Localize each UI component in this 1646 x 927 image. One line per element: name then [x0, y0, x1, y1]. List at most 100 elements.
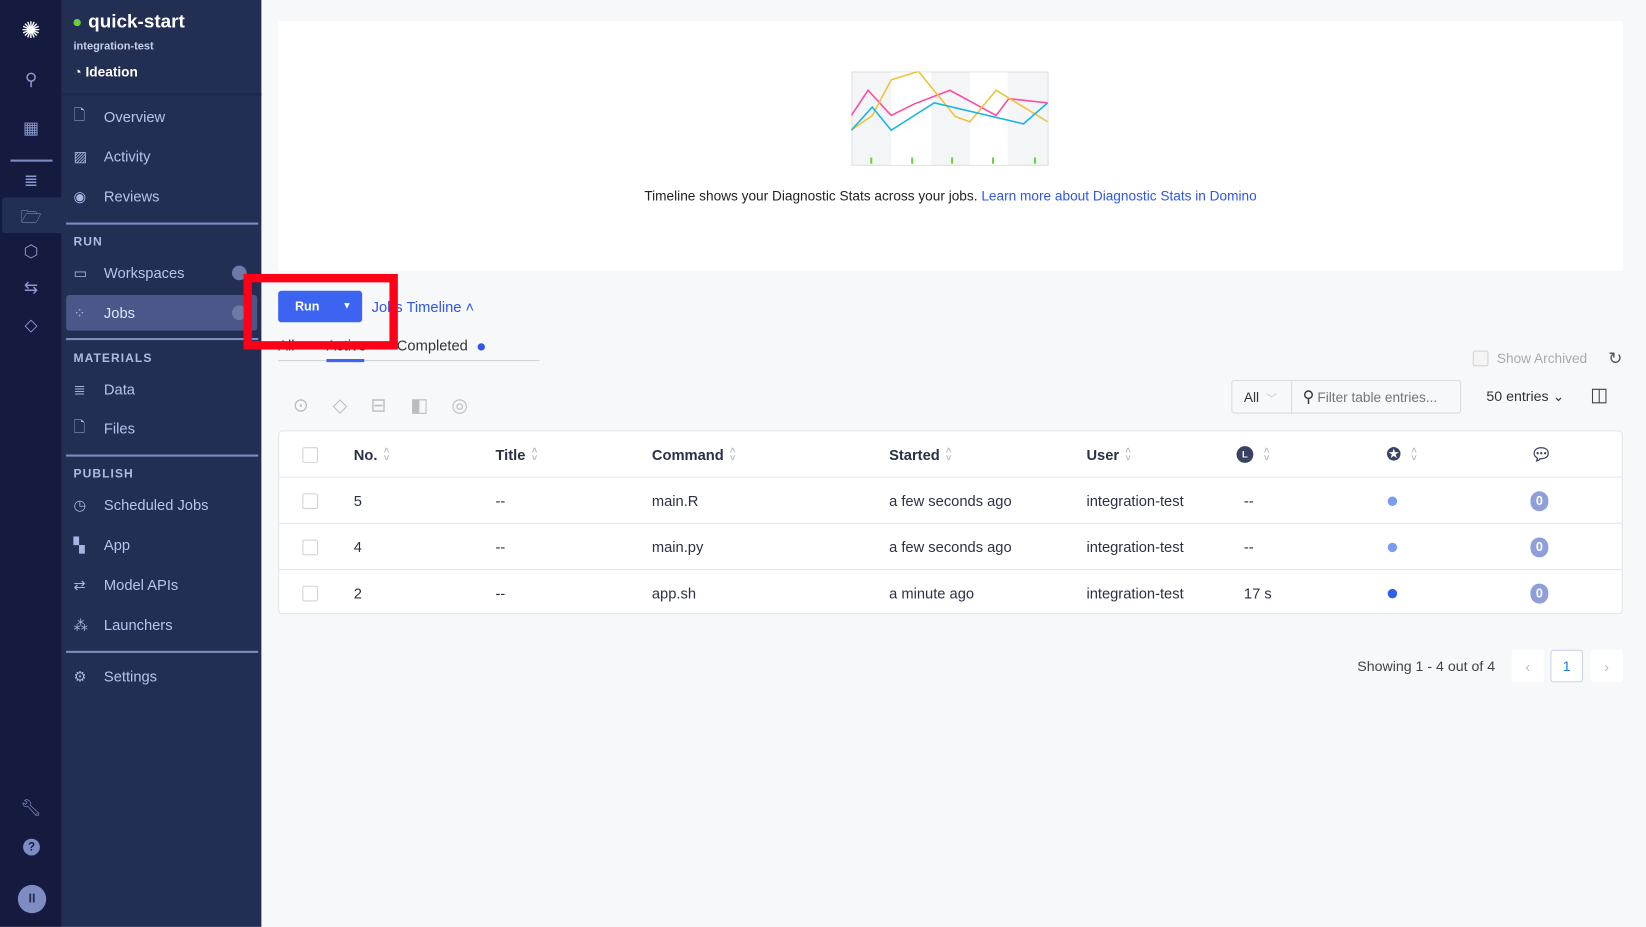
row-checkbox[interactable]: [302, 539, 319, 555]
job-started: a few seconds ago: [889, 492, 1012, 510]
job-started: a minute ago: [889, 584, 975, 602]
status-dot[interactable]: [1387, 588, 1398, 598]
status-dot[interactable]: [1387, 495, 1398, 506]
user-avatar[interactable]: II: [17, 884, 47, 914]
sort-icon: ˄ ˅: [531, 445, 538, 463]
divider: [66, 454, 259, 457]
timeline-text: Timeline shows your Diagnostic Stats acr…: [644, 187, 978, 204]
comment-count-badge[interactable]: 0: [1530, 536, 1549, 557]
sidebar-item-model-apis[interactable]: ⇄ Model APIs: [66, 567, 257, 603]
header-label: Command: [651, 446, 724, 463]
header-label: User: [1086, 446, 1120, 463]
search-icon[interactable]: ⚲: [0, 69, 62, 90]
sidebar-item-jobs[interactable]: ⁘ Jobs: [66, 294, 258, 331]
column-duration[interactable]: L ˄ ˅: [1236, 431, 1269, 477]
divider: [66, 222, 259, 225]
divider: [66, 650, 259, 653]
filter-select[interactable]: All ﹀: [1232, 381, 1293, 413]
goal-icon[interactable]: ◎: [451, 395, 467, 417]
column-comments[interactable]: 💬︎: [1530, 431, 1551, 477]
arrows-icon: ⇄: [73, 575, 86, 593]
domino-logo-icon[interactable]: ✺: [0, 17, 62, 44]
job-number[interactable]: 4: [354, 524, 362, 570]
timeline-illustration: [851, 71, 1049, 166]
row-checkbox[interactable]: [302, 492, 319, 509]
comment-count-badge[interactable]: 0: [1530, 490, 1549, 511]
show-archived-label: Show Archived: [1496, 350, 1588, 367]
project-stage[interactable]: ◔ Ideation: [73, 64, 137, 80]
table-header-row: No. ˄ ˅ Title ˄ ˅ Command ˄ ˅ Started ˄ ˅ User ˄ ˅…: [279, 431, 1622, 478]
help-icon[interactable]: ?: [23, 838, 40, 856]
sidebar-item-settings[interactable]: ⚙ Settings: [66, 658, 257, 694]
timeline-panel: Timeline shows your Diagnostic Stats acr…: [278, 20, 1623, 271]
next-page-button[interactable]: ›: [1590, 649, 1623, 683]
job-duration: 17 s: [1243, 584, 1272, 602]
sidebar-item-overview[interactable]: 🗋 Overview: [66, 99, 257, 135]
archive-icon[interactable]: ⊟: [371, 395, 387, 417]
show-archived-toggle[interactable]: Show Archived: [1472, 350, 1588, 367]
show-archived-checkbox[interactable]: [1472, 350, 1489, 367]
arrows-icon[interactable]: ⇆: [0, 277, 62, 298]
job-command: main.R: [651, 492, 699, 510]
project-name: quick-start: [88, 10, 185, 32]
table-row[interactable]: 5 -- main.R a few seconds ago integratio…: [279, 478, 1622, 524]
sidebar-item-label: Settings: [103, 667, 158, 685]
entries-value: 50 entries: [1486, 388, 1549, 405]
table-row[interactable]: 2 -- app.sh a minute ago integration-tes…: [279, 570, 1622, 616]
job-started: a few seconds ago: [889, 538, 1012, 556]
sidebar-item-scheduled-jobs[interactable]: ◷ Scheduled Jobs: [66, 487, 257, 523]
comment-count-badge[interactable]: 0: [1530, 583, 1549, 604]
tag-icon[interactable]: ◇: [333, 395, 348, 417]
job-number[interactable]: 5: [354, 478, 362, 524]
activity-icon: ▨: [73, 147, 88, 165]
stop-icon[interactable]: ⊙: [293, 395, 309, 417]
diagnostic-stats-link[interactable]: Learn more about Diagnostic Stats in Dom…: [981, 188, 1256, 204]
entries-select[interactable]: 50 entries ⌄: [1486, 388, 1564, 405]
table-row[interactable]: 4 -- main.py a few seconds ago integrati…: [279, 524, 1622, 570]
column-user[interactable]: User ˄ ˅: [1086, 431, 1131, 477]
sidebar-item-label: Workspaces: [103, 264, 185, 282]
wrench-icon[interactable]: 🔧︎: [0, 798, 62, 819]
grid-icon[interactable]: ▦: [0, 118, 62, 139]
status-dot[interactable]: [1387, 542, 1398, 552]
prev-page-button[interactable]: ‹: [1511, 649, 1545, 683]
row-checkbox[interactable]: [302, 585, 319, 601]
database-icon[interactable]: ≣: [0, 170, 62, 191]
section-heading-run: RUN: [73, 236, 103, 249]
tab-completed[interactable]: Completed: [397, 337, 485, 354]
folder-icon[interactable]: 🗁: [0, 206, 62, 234]
cube-icon[interactable]: ⬡: [0, 241, 62, 262]
refresh-icon[interactable]: ↻: [1608, 349, 1622, 370]
compare-icon[interactable]: ◧: [410, 395, 428, 417]
column-title[interactable]: Title ˄ ˅: [495, 431, 537, 477]
sidebar-item-workspaces[interactable]: ▭ Workspaces: [66, 255, 257, 291]
sidebar-item-activity[interactable]: ▨ Activity: [66, 139, 257, 175]
sidebar-item-reviews[interactable]: ◉ Reviews: [66, 178, 257, 214]
column-started[interactable]: Started ˄ ˅: [889, 431, 951, 477]
page-1-button[interactable]: 1: [1550, 649, 1583, 683]
column-no[interactable]: No. ˄ ˅: [354, 431, 390, 477]
column-status[interactable]: ✪ ˄ ˅: [1387, 431, 1417, 477]
sidebar-item-label: Jobs: [103, 304, 135, 322]
filter-input[interactable]: [1317, 388, 1454, 405]
job-command: main.py: [651, 538, 704, 556]
stage-icon: ◔: [73, 64, 86, 80]
column-command[interactable]: Command ˄ ˅: [652, 431, 736, 477]
sidebar-item-app[interactable]: ▚ App: [66, 527, 257, 563]
sort-icon: ˄ ˅: [1411, 445, 1417, 463]
app-icon: ▚: [73, 535, 85, 553]
jobs-table: No. ˄ ˅ Title ˄ ˅ Command ˄ ˅ Started ˄ ˅ User ˄ ˅…: [278, 430, 1623, 616]
sidebar-item-data[interactable]: ≣ Data: [66, 372, 257, 408]
rail-divider: [10, 159, 53, 162]
project-title[interactable]: quick-start: [73, 10, 185, 32]
sidebar-item-files[interactable]: 🗋 Files: [66, 410, 257, 446]
select-all-checkbox[interactable]: [302, 446, 319, 463]
columns-icon[interactable]: ◫: [1590, 384, 1608, 406]
sidebar-item-launchers[interactable]: ⁂ Launchers: [66, 607, 257, 643]
tag-icon[interactable]: ◇: [0, 315, 62, 336]
database-icon: ≣: [73, 380, 86, 398]
job-command: app.sh: [651, 584, 697, 602]
job-number[interactable]: 2: [354, 570, 362, 616]
search-icon: ⚲: [1302, 388, 1315, 407]
sort-icon: ˄ ˅: [1125, 445, 1131, 463]
